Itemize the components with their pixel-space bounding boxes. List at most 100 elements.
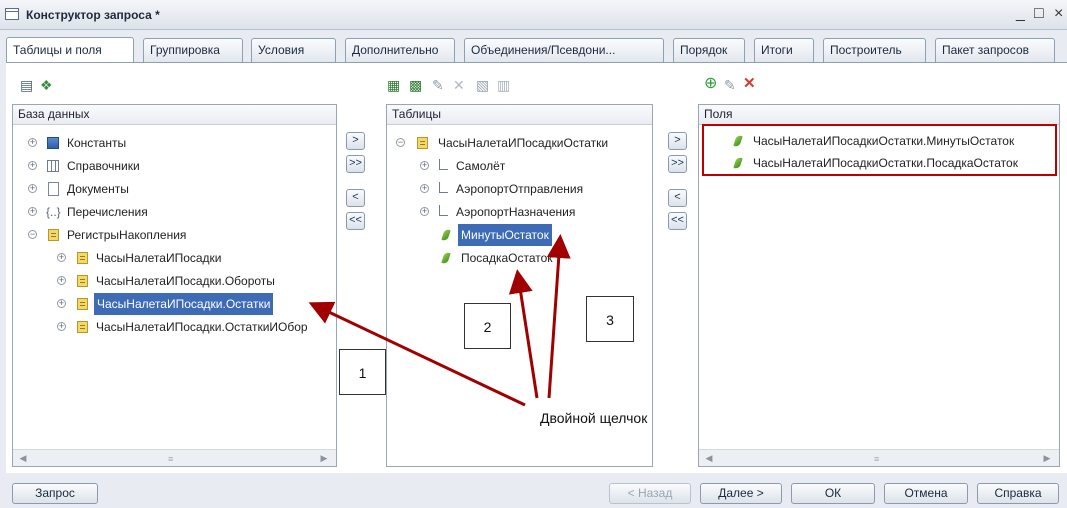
scroll-right-icon[interactable]: ▶	[1040, 452, 1054, 464]
delete-field-icon[interactable]: ✕	[743, 76, 756, 92]
move-all-button[interactable]: >>	[346, 155, 365, 173]
database-panel-header: База данных	[13, 105, 336, 125]
next-button[interactable]: Далее >	[700, 483, 782, 504]
tree-item-constants[interactable]: + Константы	[13, 132, 333, 154]
callout-2: 2	[464, 303, 511, 349]
tree-item-label: Документы	[67, 182, 129, 196]
tree-item-register-balances[interactable]: + ЧасыНалетаИПосадки.Остатки	[13, 293, 333, 315]
expand-icon[interactable]: +	[420, 184, 429, 193]
query-button[interactable]: Запрос	[12, 483, 98, 504]
scroll-thumb-icon[interactable]: ≡	[874, 454, 879, 464]
scroll-thumb-icon[interactable]: ≡	[168, 454, 173, 464]
tree-item-landings-balance[interactable]: ПосадкаОстаток	[387, 247, 649, 269]
callout-1: 1	[339, 349, 386, 395]
close-button[interactable]: ×	[1054, 5, 1063, 23]
tab-tables-and-fields[interactable]: Таблицы и поля	[6, 37, 134, 63]
tab-builder[interactable]: Построитель	[823, 38, 926, 62]
double-click-label: Двойной щелчок	[540, 410, 648, 426]
expand-icon[interactable]: +	[28, 138, 37, 147]
tree-item-aircraft[interactable]: + Самолёт	[387, 155, 649, 177]
tab-query-batch[interactable]: Пакет запросов	[935, 38, 1055, 62]
copy-table-icon[interactable]: ▧	[476, 77, 489, 93]
expand-icon[interactable]: +	[28, 207, 37, 216]
expand-icon[interactable]: +	[28, 184, 37, 193]
tab-totals[interactable]: Итоги	[754, 38, 814, 62]
expand-icon[interactable]: +	[28, 161, 37, 170]
tree-item-label: АэропортНазначения	[456, 205, 576, 219]
tree-item-label: ЧасыНалетаИПосадки.ОстаткиИОбор	[96, 320, 308, 334]
tab-conditions[interactable]: Условия	[251, 38, 336, 62]
add-field-button[interactable]: >	[668, 132, 687, 150]
tree-item-label: АэропортОтправления	[456, 182, 584, 196]
ok-button[interactable]: ОК	[791, 483, 875, 504]
add-all-fields-button[interactable]: >>	[668, 155, 687, 173]
register-icon	[417, 137, 428, 149]
tree-item-label: Справочники	[67, 159, 140, 173]
tree-item-arrival-airport[interactable]: + АэропортНазначения	[387, 201, 649, 223]
tree-item-label: ЧасыНалетаИПосадки.Обороты	[96, 274, 275, 288]
tree-item-accumulation-registers[interactable]: − РегистрыНакопления	[13, 224, 333, 246]
title-bar: Конструктор запроса * _ □ ×	[0, 0, 1067, 30]
tab-additional[interactable]: Дополнительно	[345, 38, 455, 62]
add-table-icon[interactable]: ▦	[387, 77, 400, 93]
back-button[interactable]: < Назад	[609, 483, 691, 504]
tree-item-register-turnovers[interactable]: + ЧасыНалетаИПосадки.Обороты	[13, 270, 333, 292]
tree-item-register-base[interactable]: + ЧасыНалетаИПосадки	[13, 247, 333, 269]
window-title: Конструктор запроса *	[26, 8, 160, 22]
expand-icon[interactable]: +	[57, 322, 66, 331]
expand-icon[interactable]: +	[420, 161, 429, 170]
tree-item-register-balances-turnovers[interactable]: + ЧасыНалетаИПосадки.ОстаткиИОбор	[13, 316, 336, 338]
remove-field-button[interactable]: <	[668, 189, 687, 207]
tree-item-enumerations[interactable]: + {..} Перечисления	[13, 201, 333, 223]
delete-table-icon[interactable]: ✕	[453, 77, 465, 93]
scroll-right-icon[interactable]: ▶	[317, 452, 331, 464]
register-icon	[77, 321, 88, 333]
tab-strip: Таблицы и поля Группировка Условия Допол…	[6, 37, 1067, 63]
tree-item-catalogs[interactable]: + Справочники	[13, 155, 333, 177]
maximize-button[interactable]: □	[1034, 5, 1044, 23]
add-nested-table-icon[interactable]: ▩	[409, 77, 422, 93]
register-icon	[77, 298, 88, 310]
expand-icon[interactable]: +	[57, 299, 66, 308]
tree-item-label: РегистрыНакопления	[67, 228, 187, 242]
expand-icon[interactable]: +	[420, 207, 429, 216]
documents-icon	[48, 182, 59, 196]
tab-unions-aliases[interactable]: Объединения/Псевдони...	[464, 38, 664, 62]
tree-item-label: Перечисления	[67, 205, 148, 219]
scroll-left-icon[interactable]: ◀	[702, 452, 716, 464]
expand-icon[interactable]: +	[57, 276, 66, 285]
move-one-button[interactable]: >	[346, 132, 365, 150]
scroll-left-icon[interactable]: ◀	[16, 452, 30, 464]
horizontal-scrollbar[interactable]: ◀ ≡ ▶	[699, 449, 1059, 466]
fields-panel-header: Поля	[699, 105, 1059, 125]
tab-grouping[interactable]: Группировка	[143, 38, 243, 62]
link-icon	[439, 159, 448, 170]
edit-field-icon[interactable]: ✎	[724, 77, 736, 93]
tree-item-label: Самолёт	[456, 159, 506, 173]
collapse-icon[interactable]: −	[396, 138, 405, 147]
table-options-icon[interactable]: ▥	[497, 77, 510, 93]
tree-item-departure-airport[interactable]: + АэропортОтправления	[387, 178, 649, 200]
tree-item-documents[interactable]: + Документы	[13, 178, 333, 200]
help-button[interactable]: Справка	[977, 483, 1059, 504]
expand-icon[interactable]: +	[57, 253, 66, 262]
tree-item-label: ЧасыНалетаИПосадки.Остатки	[94, 293, 274, 315]
remove-one-button[interactable]: <	[346, 189, 365, 207]
fields-highlight-box	[702, 124, 1057, 176]
add-field-icon[interactable]: ⊕	[704, 76, 717, 92]
edit-table-icon[interactable]: ✎	[432, 77, 444, 93]
collapse-icon[interactable]: −	[28, 230, 37, 239]
remove-all-fields-button[interactable]: <<	[668, 212, 687, 230]
tree-item-balances-table[interactable]: − ЧасыНалетаИПосадкиОстатки	[387, 132, 649, 154]
tree-item-label: ЧасыНалетаИПосадкиОстатки	[438, 136, 609, 150]
tab-order[interactable]: Порядок	[673, 38, 745, 62]
tree-item-minutes-balance[interactable]: МинутыОстаток	[387, 224, 649, 246]
refresh-tree-icon[interactable]: ❖	[40, 77, 53, 93]
resource-icon	[441, 251, 451, 265]
list-view-icon[interactable]: ▤	[20, 77, 33, 93]
minimize-button[interactable]: _	[1016, 5, 1025, 23]
cancel-button[interactable]: Отмена	[884, 483, 968, 504]
horizontal-scrollbar[interactable]: ◀ ≡ ▶	[13, 449, 336, 466]
resource-icon	[441, 228, 451, 242]
remove-all-button[interactable]: <<	[346, 212, 365, 230]
